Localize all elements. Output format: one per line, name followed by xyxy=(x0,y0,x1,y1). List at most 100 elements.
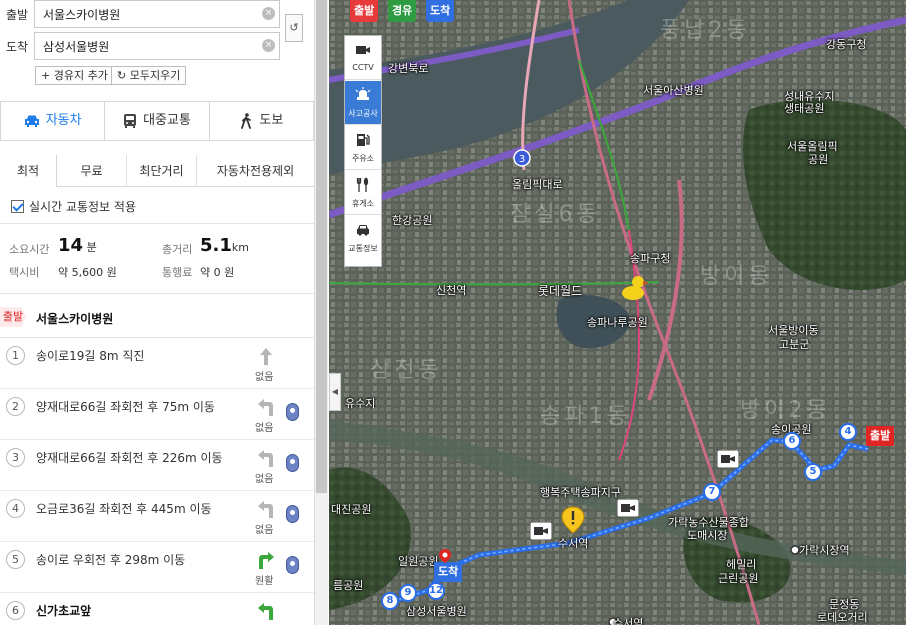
start-row: 출발 × xyxy=(0,0,314,28)
map-place-label[interactable]: 수서역 xyxy=(613,615,643,625)
time-label: 소요시간 xyxy=(9,243,50,256)
route-node-marker[interactable]: 6 xyxy=(783,432,801,450)
map-district-label: 방이2동 xyxy=(740,398,831,423)
distance-label: 총거리 xyxy=(162,243,193,256)
map-place-label[interactable]: 올림픽대로 xyxy=(512,176,563,192)
legend-waypoint-flag: 경유 xyxy=(388,0,417,22)
map-place-label[interactable]: 생태공원 xyxy=(784,100,824,116)
map-tools-toolbar: CCTV 사고공사 주유소 휴게소 교통정보 xyxy=(344,35,382,267)
cctv-marker-icon[interactable] xyxy=(717,450,739,468)
tab-transit-label: 대중교통 xyxy=(143,113,191,128)
rest-area-icon xyxy=(356,177,369,192)
gas-station-icon xyxy=(357,134,370,146)
route-node-marker[interactable]: 8 xyxy=(381,592,399,610)
directions-panel: 출발 × 도착 × ↺ + 경유지 추가 ↻ 모두지우기 자동차 대중교통 xyxy=(0,0,314,625)
map-district-label: 방이동 xyxy=(700,264,773,289)
speed-camera-icon[interactable] xyxy=(286,556,299,574)
map-place-label[interactable]: 공원 xyxy=(808,151,828,167)
tab-car-label: 자동차 xyxy=(45,113,82,128)
map-place-label[interactable]: 롯데월드 xyxy=(538,282,582,299)
start-clear-icon[interactable]: × xyxy=(262,7,275,20)
end-row: 도착 × xyxy=(0,32,314,60)
route-node-marker[interactable]: 12 xyxy=(427,582,445,600)
tab-transit[interactable]: 대중교통 xyxy=(105,102,210,140)
panel-scrollbar[interactable] xyxy=(314,0,328,625)
map-place-label[interactable]: 강동구청 xyxy=(826,36,866,52)
cctv-marker-icon[interactable] xyxy=(530,522,552,540)
route-node-marker[interactable]: 4 xyxy=(839,423,857,441)
satellite-map[interactable]: 3 풍납2동 잠실6동 방이동 삼전동 송파1동 방이2동 강동구청 서울아산병원 성내유수지… xyxy=(329,0,906,625)
tab-walk-label: 도보 xyxy=(259,113,284,128)
map-place-label[interactable]: 한강공원 xyxy=(392,212,432,228)
swap-icon[interactable]: ↺ xyxy=(285,14,303,42)
route-step[interactable]: 6 신가초교앞 xyxy=(0,593,314,625)
map-place-label[interactable]: 름공원 xyxy=(333,577,363,593)
step-number: 4 xyxy=(6,499,25,518)
route-node-marker[interactable]: 7 xyxy=(703,483,721,501)
tab-no-expressway[interactable]: 자동차전용제외 xyxy=(197,155,314,187)
add-waypoint-button[interactable]: + 경유지 추가 xyxy=(35,66,114,85)
turn-left-icon xyxy=(258,603,273,620)
turn-left-icon xyxy=(258,501,273,518)
route-step[interactable]: 3 양재대로66길 좌회전 후 226m 이동 없음 xyxy=(0,440,314,491)
panel-scrollbar-thumb[interactable] xyxy=(316,0,327,493)
step-number: 5 xyxy=(6,550,25,569)
map-place-label[interactable]: 강변북로 xyxy=(388,60,428,76)
incident-marker-icon[interactable] xyxy=(561,506,585,534)
route-step[interactable]: 1 송이로19길 8m 직진 없음 xyxy=(0,338,314,389)
map-end-pin[interactable]: 도착 xyxy=(434,562,463,582)
step-number: 1 xyxy=(6,346,25,365)
map-place-label[interactable]: 근린공원 xyxy=(718,570,758,586)
tab-car[interactable]: 자동차 xyxy=(1,102,106,140)
step-traffic-status: 없음 xyxy=(255,525,274,536)
map-place-label[interactable]: 일원공원 xyxy=(398,553,438,569)
tool-cctv[interactable]: CCTV xyxy=(345,36,381,80)
route-step[interactable]: 4 오금로36길 좌회전 후 445m 이동 없음 xyxy=(0,491,314,542)
tool-accident[interactable]: 사고공사 xyxy=(345,81,381,125)
map-place-label[interactable]: 도매시장 xyxy=(687,527,727,543)
tool-gas-station[interactable]: 주유소 xyxy=(345,126,381,170)
map-place-label[interactable]: 행복주택송파지구 xyxy=(540,484,621,500)
turn-straight-icon xyxy=(260,348,272,365)
tab-walk[interactable]: 도보 xyxy=(210,102,313,140)
map-place-label[interactable]: 고분군 xyxy=(779,336,809,352)
map-start-pin[interactable]: 출발 xyxy=(866,426,895,446)
panel-collapse-handle[interactable]: ◀ xyxy=(329,373,341,411)
map-place-label[interactable]: 신천역 xyxy=(436,282,466,298)
tool-gas-station-label: 주유소 xyxy=(351,154,375,163)
tool-rest-area[interactable]: 휴게소 xyxy=(345,171,381,215)
end-input[interactable] xyxy=(34,32,280,60)
map-place-label[interactable]: 송파나루공원 xyxy=(587,314,648,330)
realtime-traffic-option[interactable]: 실시간 교통정보 적용 xyxy=(11,198,136,215)
map-place-label[interactable]: 로데오거리 xyxy=(817,609,868,625)
map-place-label[interactable]: 삼성서울병원 xyxy=(406,603,467,619)
cctv-marker-icon[interactable] xyxy=(617,499,639,517)
tool-traffic-info[interactable]: 교통정보 xyxy=(345,216,381,260)
tab-free[interactable]: 무료 xyxy=(57,155,127,187)
tab-shortest[interactable]: 최단거리 xyxy=(127,155,197,187)
time-value: 14 분 xyxy=(58,235,97,256)
map-place-label[interactable]: 수서역 xyxy=(558,535,588,551)
end-clear-icon[interactable]: × xyxy=(262,39,275,52)
map-place-label[interactable]: 서울아산병원 xyxy=(643,82,704,98)
realtime-traffic-checkbox[interactable] xyxy=(11,200,24,213)
tool-cctv-label: CCTV xyxy=(352,63,374,72)
route-node-marker[interactable]: 9 xyxy=(399,584,417,602)
step-number: 6 xyxy=(6,601,25,620)
transport-mode-tabs: 자동차 대중교통 도보 xyxy=(0,101,314,141)
end-label: 도착 xyxy=(6,40,29,54)
speed-camera-icon[interactable] xyxy=(286,403,299,421)
tab-optimal[interactable]: 최적 xyxy=(0,155,57,187)
route-step[interactable]: 5 송이로 우회전 후 298m 이동 원활 xyxy=(0,542,314,593)
clear-all-button[interactable]: ↻ 모두지우기 xyxy=(111,66,187,85)
route-node-marker[interactable]: 5 xyxy=(804,463,822,481)
speed-camera-icon[interactable] xyxy=(286,505,299,523)
map-place-label[interactable]: 유수지 xyxy=(345,395,375,411)
route-step[interactable]: 2 양재대로66길 좌회전 후 75m 이동 없음 xyxy=(0,389,314,440)
start-input[interactable] xyxy=(34,0,280,28)
map-place-label[interactable]: 송파구청 xyxy=(630,250,670,266)
map-place-label[interactable]: 가락시장역 xyxy=(799,542,850,558)
map-place-label[interactable]: 대진공원 xyxy=(331,501,371,517)
speed-camera-icon[interactable] xyxy=(286,454,299,472)
route-start-point[interactable]: 출발 서울스카이병원 xyxy=(0,296,314,338)
